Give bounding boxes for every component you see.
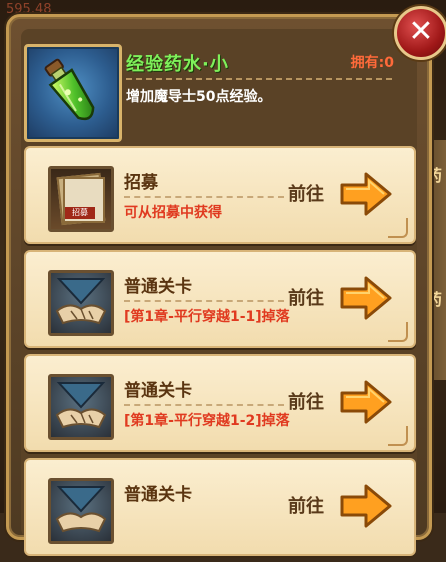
- close-button[interactable]: ✕: [394, 6, 446, 60]
- goto-arrow-icon[interactable]: [338, 274, 394, 322]
- handshake-icon: [55, 278, 107, 325]
- source-item-recruit[interactable]: 招募 招募 可从招募中获得 前往: [24, 146, 416, 244]
- goto-label: 前往: [288, 184, 324, 205]
- handshake-icon: [55, 486, 107, 533]
- divider: [126, 78, 392, 80]
- goto-label: 前往: [288, 392, 324, 413]
- goto-arrow-icon[interactable]: [338, 378, 394, 426]
- divider: [124, 404, 284, 406]
- divider: [124, 300, 284, 302]
- handshake-stage-icon: [48, 478, 114, 544]
- corner-ornament: [388, 322, 408, 342]
- close-icon: ✕: [408, 14, 434, 49]
- green-potion-icon: [44, 58, 95, 121]
- owned-count: 拥有:0: [350, 55, 394, 71]
- recruit-card-icon: 招募: [48, 166, 114, 232]
- source-item-stage-1[interactable]: 普通关卡 [第1章-平行穿越1-1]掉落 前往: [24, 250, 416, 348]
- goto-label: 前往: [288, 496, 324, 517]
- source-list: 招募 招募 可从招募中获得 前往 普通关卡 [第1章-平行穿越1-1]掉落 前往: [24, 146, 416, 562]
- handshake-icon: [55, 382, 107, 429]
- source-item-stage-3[interactable]: 普通关卡 前往: [24, 458, 416, 556]
- corner-ornament: [388, 218, 408, 238]
- source-name: 普通关卡: [124, 277, 192, 297]
- divider: [124, 196, 284, 198]
- source-name: 普通关卡: [124, 381, 192, 401]
- item-icon-frame: [24, 44, 122, 142]
- source-detail: [第1章-平行穿越1-2]掉落: [124, 413, 290, 429]
- recruit-stamp: 招募: [65, 207, 95, 219]
- corner-ornament: [388, 426, 408, 446]
- source-detail: 可从招募中获得: [124, 205, 222, 221]
- goto-arrow-icon[interactable]: [338, 170, 394, 218]
- handshake-stage-icon: [48, 270, 114, 336]
- source-item-stage-2[interactable]: 普通关卡 [第1章-平行穿越1-2]掉落 前往: [24, 354, 416, 452]
- goto-label: 前往: [288, 288, 324, 309]
- source-name: 招募: [124, 173, 158, 193]
- source-detail: [第1章-平行穿越1-1]掉落: [124, 309, 290, 325]
- item-description: 增加魔导士50点经验。: [126, 89, 272, 105]
- handshake-stage-icon: [48, 374, 114, 440]
- source-name: 普通关卡: [124, 485, 192, 505]
- goto-arrow-icon[interactable]: [338, 482, 394, 530]
- item-title: 经验药水·小: [126, 54, 229, 75]
